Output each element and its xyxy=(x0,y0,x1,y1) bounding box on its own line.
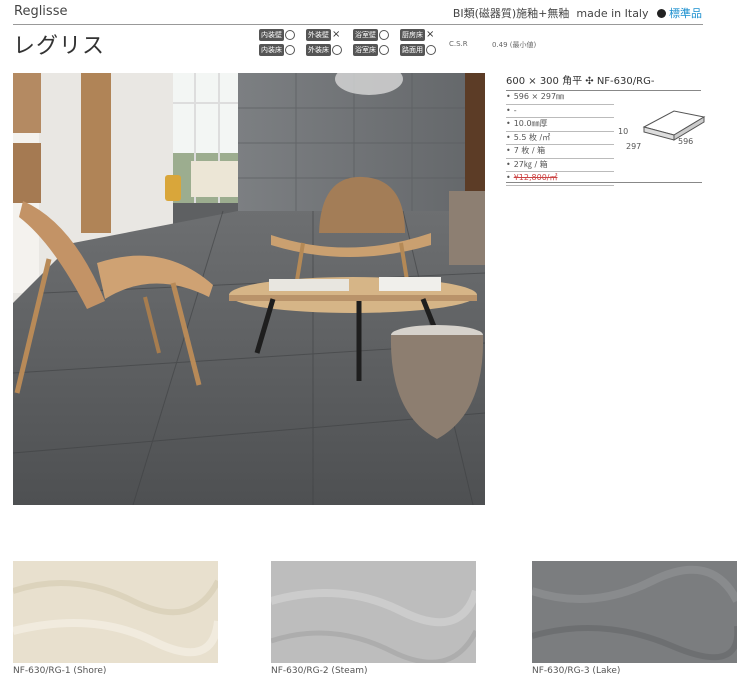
usage-row: 内装床○ 外装床○ 浴室床○ 路面用○ xyxy=(259,43,447,57)
usage-cell: 浴室壁○ xyxy=(353,29,400,41)
usage-mark: ○ xyxy=(332,45,342,55)
usage-mark: ○ xyxy=(379,45,389,55)
spec-list: • 596 × 297㎜ • - • 10.0㎜厚 • 5.5 枚 /㎡ • 7 枚 / … xyxy=(506,91,614,186)
header-divider xyxy=(13,24,703,25)
spec-per-box: • 7 枚 / 箱 xyxy=(506,145,614,159)
usage-cell: 厨房床 × xyxy=(400,29,447,41)
usage-cell: 浴室床○ xyxy=(353,44,400,56)
standard-label: 標準品 xyxy=(669,7,702,20)
origin-label: made in Italy xyxy=(576,7,649,20)
swatch-label-shore: NF-630/RG-1 (Shore) xyxy=(13,666,107,676)
dim-width: 596 xyxy=(678,137,693,146)
spec-title: 600 × 300 角平 ✣ NF-630/RG- xyxy=(506,72,701,91)
swatch-lake-texture xyxy=(530,561,741,663)
usage-tag: 浴室床 xyxy=(353,44,378,56)
usage-cell: 内装壁○ xyxy=(259,29,306,41)
usage-mark: ○ xyxy=(426,45,436,55)
usage-tag: 外装床 xyxy=(306,44,331,56)
swatch-label-steam: NF-630/RG-2 (Steam) xyxy=(271,666,368,676)
usage-cell: 内装床○ xyxy=(259,44,306,56)
spec-price: • ¥12,800/㎡ xyxy=(506,172,614,186)
swatch-lake xyxy=(530,561,741,663)
tile-dimension-drawing: 10 297 596 xyxy=(618,110,706,151)
material-classification: BI類(磁器質)施釉+無釉 xyxy=(452,7,570,20)
room-photo-illustration xyxy=(13,73,485,505)
swatch-steam-texture xyxy=(269,561,480,665)
usage-tag: 厨房床 xyxy=(400,29,425,41)
spec-thickness: • 10.0㎜厚 xyxy=(506,118,614,132)
usage-tag: 内装壁 xyxy=(259,29,284,41)
usage-mark: ○ xyxy=(285,30,295,40)
friction-value: 0.49 (最小値) xyxy=(492,41,537,49)
swatch-label-lake: NF-630/RG-3 (Lake) xyxy=(532,666,621,676)
standard-dot-icon xyxy=(657,9,666,18)
swatch-steam xyxy=(269,561,480,665)
usage-tag: 浴室壁 xyxy=(353,29,378,41)
usage-mark: ○ xyxy=(285,45,295,55)
spec-per-sqm: • 5.5 枚 /㎡ xyxy=(506,132,614,145)
spec-divider xyxy=(506,182,702,183)
usage-tag: 路面用 xyxy=(400,44,425,56)
usage-row: 内装壁○ 外装壁× 浴室壁○ 厨房床× xyxy=(259,28,447,42)
room-photo xyxy=(13,73,485,505)
dim-depth: 297 xyxy=(626,142,641,151)
usage-mark: ○ xyxy=(379,30,389,40)
spec-blank: • - xyxy=(506,105,614,118)
series-name-en: Reglisse xyxy=(14,4,68,19)
spec-weight: • 27㎏ / 箱 xyxy=(506,159,614,172)
spec-size: • 596 × 297㎜ xyxy=(506,91,614,105)
usage-mark: × xyxy=(332,29,341,40)
usage-cell: 外装床○ xyxy=(306,44,353,56)
swatch-shore-texture xyxy=(12,561,222,663)
csr-label: C.S.R xyxy=(449,40,468,48)
usage-cell: 路面用○ xyxy=(400,44,447,56)
usage-tag: 内装床 xyxy=(259,44,284,56)
series-name-jp: レグリス xyxy=(13,34,106,59)
usage-tag: 外装壁 xyxy=(306,29,331,41)
header-info: BI類(磁器質)施釉+無釉 made in Italy 標準品 xyxy=(453,5,702,21)
dim-thickness: 10 xyxy=(618,127,628,136)
usage-mark: × xyxy=(426,29,435,40)
swatch-shore xyxy=(12,561,222,663)
usage-table: 内装壁○ 外装壁× 浴室壁○ 厨房床× 内装床○ 外装床○ 浴室床○ 路面用○ xyxy=(259,28,447,58)
usage-cell: 外装壁 × xyxy=(306,29,353,41)
